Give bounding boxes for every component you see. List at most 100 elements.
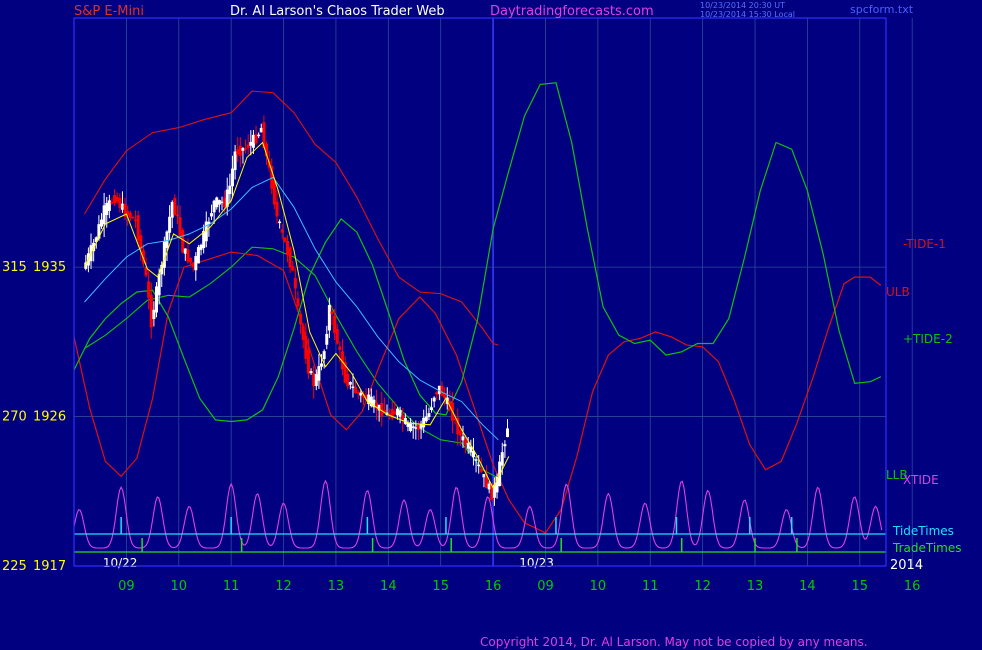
- site-url-link[interactable]: Daytradingforecasts.com: [490, 4, 654, 19]
- candle-body: [165, 231, 169, 248]
- y-tick-left-label: 270: [2, 410, 27, 425]
- candle-body: [230, 168, 234, 187]
- candle-body: [346, 373, 350, 387]
- y-tick-right-label: 1917: [33, 559, 66, 574]
- chaos-trader-chart: 09 10 11 12 13 14 15 16 09 10 11 12 13 14 15 16 10/22 10/…: [0, 0, 982, 650]
- candle-body: [338, 346, 342, 351]
- candle-body: [170, 201, 174, 218]
- candle-body: [110, 201, 114, 204]
- instrument-title: S&P E-Mini: [74, 4, 144, 19]
- candle-body: [466, 442, 470, 449]
- tidetimes-label: TideTimes: [892, 524, 954, 538]
- candle-body: [395, 408, 399, 416]
- data-file-name: spcform.txt: [850, 3, 914, 16]
- candle-body: [181, 230, 185, 253]
- candle-body: [120, 203, 124, 210]
- xtide-label: XTIDE: [903, 473, 939, 487]
- candle-body: [309, 371, 313, 374]
- candle-body: [422, 417, 426, 428]
- candle-body: [414, 427, 418, 429]
- candle-body: [291, 266, 295, 271]
- timestamp-ut: 10/23/2014 20:30 UT: [700, 1, 785, 10]
- tide1-label: -TIDE-1: [903, 237, 946, 251]
- candle-body: [246, 144, 250, 148]
- site-title: Dr. Al Larson's Chaos Trader Web: [230, 4, 445, 19]
- x-tick-label: 15: [432, 579, 449, 594]
- candle-body: [398, 410, 402, 417]
- candle-body: [236, 149, 240, 155]
- candle-body: [233, 151, 237, 171]
- candle-body: [335, 328, 339, 344]
- candle-body: [306, 349, 310, 374]
- candle-body: [283, 237, 287, 242]
- candle-body: [312, 373, 316, 386]
- candle-body: [500, 452, 504, 466]
- candle-body: [424, 416, 428, 422]
- candle-body: [191, 262, 195, 267]
- date-label: 10/22: [103, 556, 138, 570]
- candle-body: [314, 374, 318, 386]
- x-tick-label: 11: [642, 579, 659, 594]
- candle-body: [228, 185, 232, 195]
- x-tick-label: 09: [537, 579, 554, 594]
- y-tick-right-label: 1926: [33, 410, 66, 425]
- candle-body: [147, 281, 151, 298]
- candle-body: [100, 219, 104, 227]
- candle-body: [162, 241, 166, 268]
- candle-body: [325, 333, 329, 345]
- candle-body: [155, 286, 159, 313]
- candle-body: [322, 351, 326, 360]
- candle-body: [354, 386, 358, 393]
- candle-body: [299, 313, 303, 325]
- candle-body: [278, 221, 282, 224]
- candle-body: [435, 391, 439, 395]
- candle-body: [440, 385, 444, 396]
- candle-body: [178, 217, 182, 236]
- candle-body: [506, 428, 510, 438]
- candle-body: [327, 305, 331, 331]
- candle-body: [175, 214, 179, 217]
- candle-body: [102, 205, 106, 225]
- candle-body: [168, 216, 172, 233]
- y-tick-left-label: 315: [2, 260, 27, 275]
- candle-body: [461, 436, 465, 441]
- candle-body: [134, 219, 138, 222]
- candle-body: [149, 294, 153, 328]
- tradetimes-label: TradeTimes: [892, 541, 961, 555]
- candle-body: [477, 464, 481, 467]
- candle-body: [458, 430, 462, 436]
- ulb-label: ULB: [886, 285, 910, 299]
- candle-body: [189, 258, 193, 263]
- candle-body: [320, 363, 324, 367]
- candle-body: [215, 197, 219, 208]
- x-tick-label: 14: [799, 579, 816, 594]
- x-tick-label: 10: [171, 579, 188, 594]
- candle-body: [304, 335, 308, 359]
- candle-body: [503, 444, 507, 447]
- x-tick-label: 09: [118, 579, 135, 594]
- candle-body: [173, 197, 177, 216]
- candle-body: [280, 229, 284, 233]
- x-tick-label: 14: [380, 579, 397, 594]
- x-tick-label: 16: [904, 579, 921, 594]
- candle-body: [479, 468, 483, 472]
- candle-body: [107, 200, 111, 211]
- x-tick-label: 13: [747, 579, 764, 594]
- date-label: 10/23: [519, 556, 554, 570]
- candle-body: [128, 212, 132, 219]
- candle-body: [482, 474, 486, 478]
- candle-body: [257, 134, 261, 137]
- candle-body: [131, 217, 135, 219]
- candle-body: [196, 247, 200, 264]
- candle-body: [301, 326, 305, 341]
- x-tick-label: 13: [328, 579, 345, 594]
- candle-body: [272, 180, 276, 205]
- candle-body: [464, 439, 468, 445]
- candle-body: [152, 309, 156, 320]
- x-tick-label: 11: [223, 579, 240, 594]
- candle-body: [293, 278, 297, 289]
- candle-body: [259, 127, 263, 133]
- candle-body: [223, 197, 227, 208]
- candle-body: [220, 201, 224, 204]
- timestamp-local: 10/23/2014 15:30 Local: [700, 10, 795, 19]
